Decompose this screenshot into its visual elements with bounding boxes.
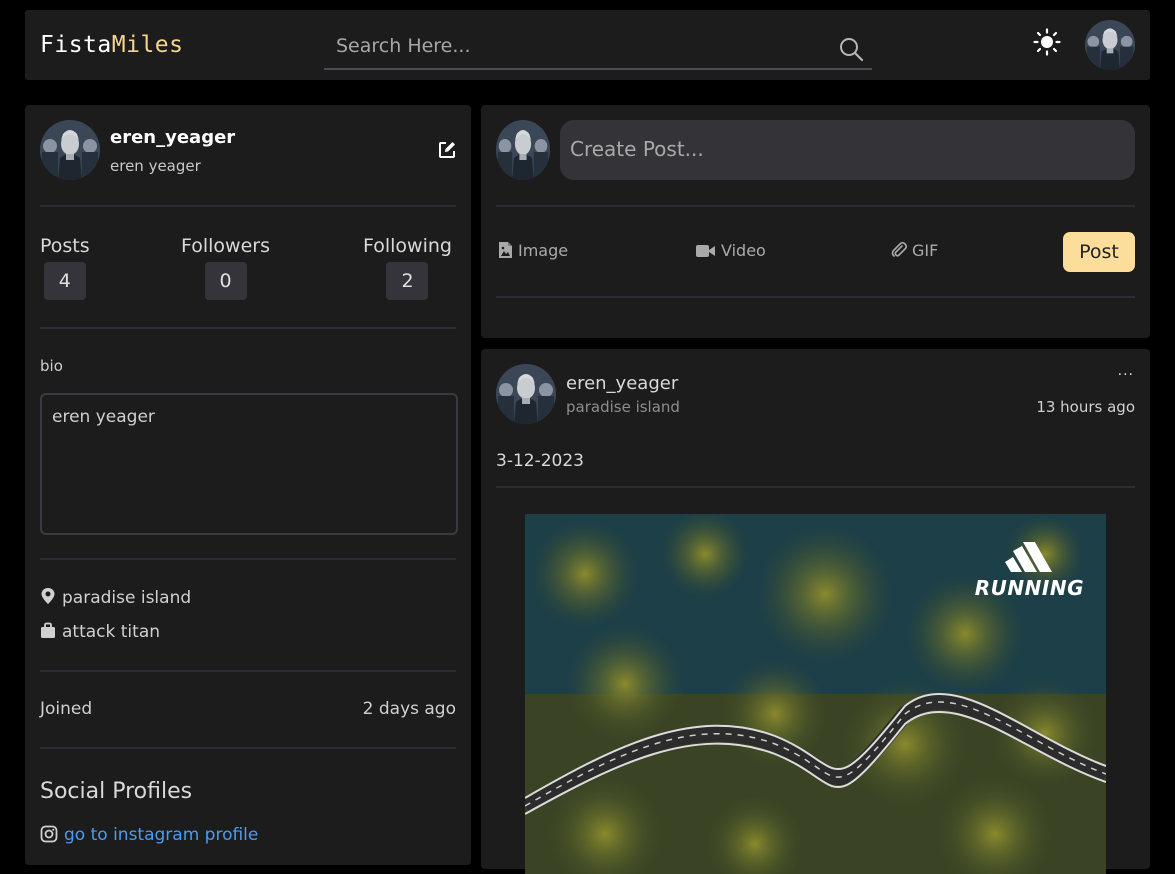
post-button[interactable]: Post — [1063, 232, 1135, 272]
add-image-button[interactable]: Image — [498, 241, 568, 260]
brand-logo: RUNNING — [974, 537, 1084, 600]
logo-text-accent: Miles — [111, 32, 184, 58]
divider — [40, 747, 456, 749]
stat-following[interactable]: Following 2 — [363, 235, 452, 300]
location-pin-icon — [41, 588, 55, 604]
stat-value: 2 — [386, 262, 429, 300]
edit-icon[interactable] — [437, 140, 457, 160]
add-video-button[interactable]: Video — [695, 241, 766, 260]
stat-label: Following — [363, 235, 452, 257]
app-logo[interactable]: FistaMiles — [40, 32, 184, 58]
bio-text: eren yeager — [52, 407, 155, 427]
instagram-icon — [40, 825, 58, 843]
profile-card: eren_yeager eren yeager Posts 4 Follower… — [25, 105, 471, 865]
paperclip-icon — [891, 241, 908, 257]
image-label: Image — [518, 241, 569, 260]
video-camera-icon — [696, 245, 715, 257]
stat-value: 0 — [204, 262, 247, 300]
more-options-icon[interactable]: ··· — [1118, 367, 1134, 383]
create-post-avatar[interactable] — [496, 120, 550, 180]
stat-followers[interactable]: Followers 0 — [181, 235, 270, 300]
divider — [40, 558, 456, 560]
profile-username: eren_yeager — [110, 127, 236, 148]
sun-icon[interactable] — [1033, 28, 1061, 56]
create-post-placeholder: Create Post... — [570, 137, 704, 161]
post-location: paradise island — [566, 398, 680, 416]
post-caption: 3-12-2023 — [496, 451, 584, 471]
post-timestamp: 13 hours ago — [1036, 398, 1135, 416]
divider — [496, 205, 1135, 207]
divider — [40, 205, 456, 207]
gif-label: GIF — [912, 241, 939, 260]
video-label: Video — [721, 241, 766, 260]
post-image[interactable]: RUNNING — [525, 514, 1106, 874]
stat-label: Followers — [181, 235, 270, 257]
location-row: paradise island — [40, 587, 191, 608]
create-post-input[interactable]: Create Post... — [560, 120, 1135, 180]
image-file-icon — [499, 242, 512, 258]
divider — [40, 670, 456, 672]
search-input[interactable] — [334, 32, 818, 60]
occupation-text: attack titan — [62, 622, 161, 642]
instagram-row: go to instagram profile — [40, 825, 258, 845]
feed-post-card: eren_yeager paradise island ··· 13 hours… — [481, 349, 1150, 874]
stat-value: 4 — [43, 262, 86, 300]
brand-word: RUNNING — [974, 576, 1084, 600]
profile-name: eren yeager — [110, 157, 201, 175]
add-gif-button[interactable]: GIF — [891, 241, 938, 260]
joined-label: Joined — [40, 699, 93, 719]
post-author-username[interactable]: eren_yeager — [566, 373, 678, 394]
instagram-link[interactable]: go to instagram profile — [64, 825, 258, 845]
post-author-avatar[interactable] — [496, 364, 556, 424]
location-text: paradise island — [62, 588, 192, 608]
create-post-card: Create Post... Image Video GIF Post — [481, 105, 1150, 338]
search-icon[interactable] — [838, 36, 864, 62]
stat-label: Posts — [40, 235, 90, 257]
divider — [496, 296, 1135, 298]
divider — [40, 327, 456, 329]
profile-avatar[interactable] — [40, 120, 100, 180]
logo-text-primary: Fista — [40, 32, 112, 58]
search-bar — [324, 28, 872, 70]
brand-stripes-icon — [1005, 537, 1053, 572]
divider — [496, 486, 1135, 488]
social-profiles-title: Social Profiles — [40, 779, 193, 804]
top-navbar: FistaMiles — [25, 10, 1150, 80]
bio-label: bio — [40, 357, 63, 375]
briefcase-icon — [41, 622, 55, 638]
joined-value: 2 days ago — [362, 699, 456, 719]
bio-box: eren yeager — [40, 393, 458, 535]
occupation-row: attack titan — [40, 622, 160, 642]
stat-posts[interactable]: Posts 4 — [40, 235, 90, 300]
nav-avatar[interactable] — [1085, 20, 1135, 70]
